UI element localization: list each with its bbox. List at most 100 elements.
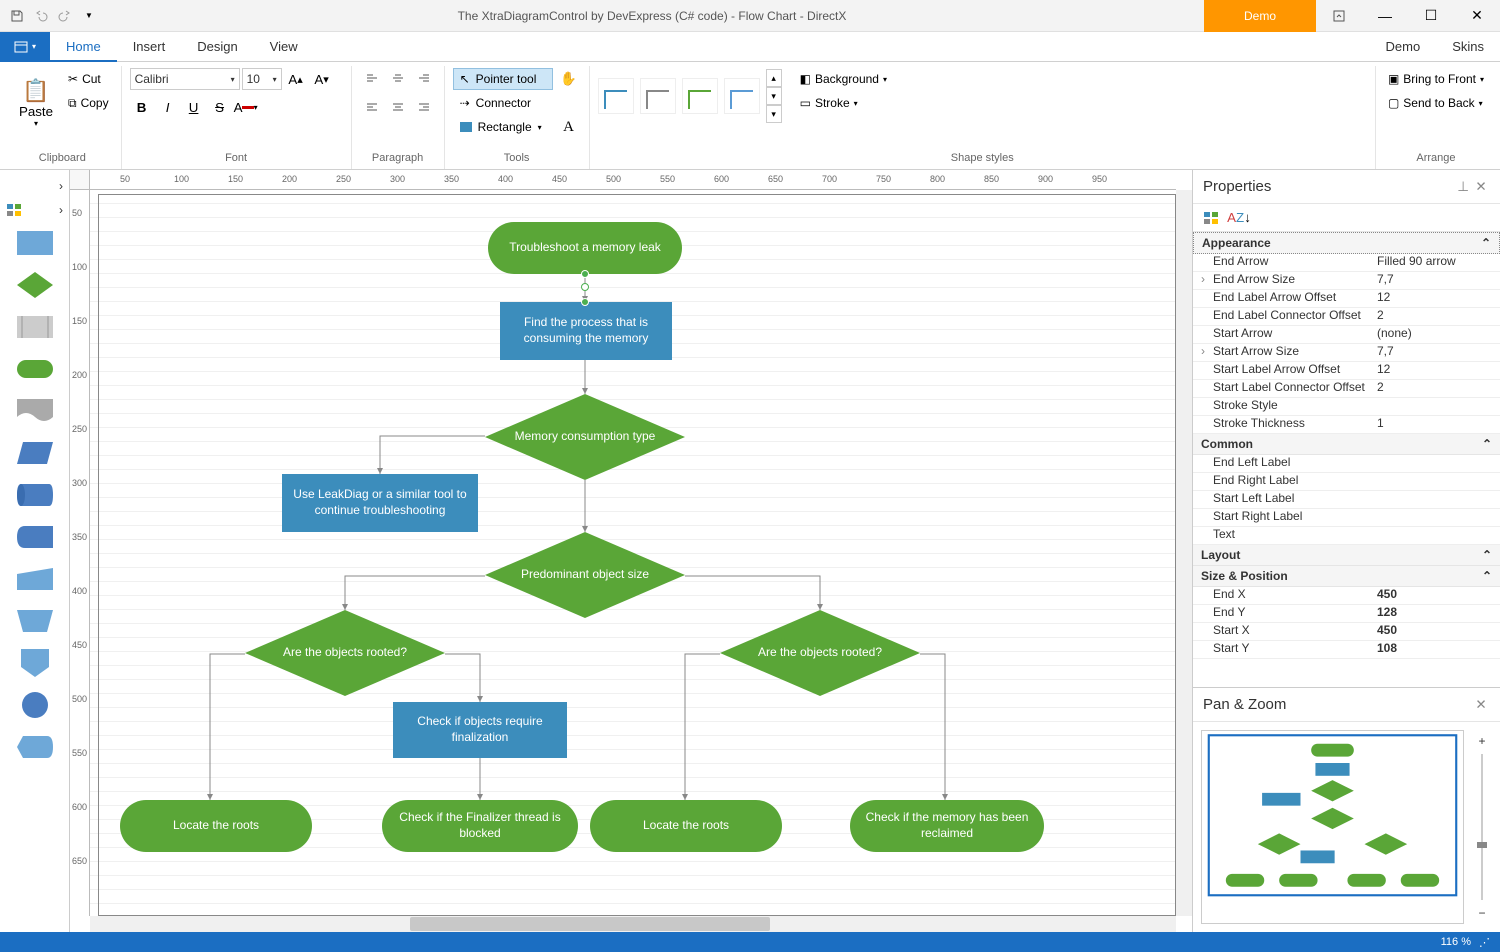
close-button[interactable]: ✕	[1454, 0, 1500, 32]
prop-value[interactable]	[1373, 398, 1500, 415]
style-swatch-3[interactable]	[682, 78, 718, 114]
prop-row[interactable]: Stroke Thickness1	[1193, 416, 1500, 434]
prop-row[interactable]: Start Label Arrow Offset12	[1193, 362, 1500, 380]
shape-decision[interactable]	[15, 270, 55, 300]
pan-tool-icon[interactable]: ✋	[557, 68, 581, 90]
cat-layout[interactable]: Layout⌃	[1193, 545, 1500, 566]
style-swatch-1[interactable]	[598, 78, 634, 114]
align-top-left-icon[interactable]	[360, 68, 384, 90]
strikethrough-icon[interactable]: S	[208, 96, 232, 118]
shape-external-data[interactable]	[15, 522, 55, 552]
undo-icon[interactable]	[30, 5, 52, 27]
shapes-picker-icon[interactable]: ›	[0, 198, 69, 222]
shape-subprocess[interactable]	[15, 312, 55, 342]
prop-row[interactable]: End Y128	[1193, 605, 1500, 623]
alphabetical-view-icon[interactable]: AZ↓	[1227, 207, 1251, 229]
prop-value[interactable]: 128	[1373, 605, 1500, 622]
align-top-right-icon[interactable]	[412, 68, 436, 90]
node-decision-rooted-right[interactable]: Are the objects rooted?	[720, 610, 920, 696]
prop-value[interactable]: 1	[1373, 416, 1500, 433]
maximize-button[interactable]: ☐	[1408, 0, 1454, 32]
rectangle-tool-button[interactable]: Rectangle▾	[453, 116, 553, 138]
shape-connector[interactable]	[15, 690, 55, 720]
qat-dropdown-icon[interactable]: ▼	[78, 5, 100, 27]
tab-insert[interactable]: Insert	[117, 32, 182, 62]
zoom-level[interactable]: 116 %	[1441, 936, 1471, 948]
increase-font-icon[interactable]: A▴	[284, 68, 308, 90]
shape-manual-operation[interactable]	[15, 606, 55, 636]
pointer-tool-button[interactable]: ↖Pointer tool	[453, 68, 553, 90]
vertical-scrollbar[interactable]	[1176, 190, 1192, 916]
shape-off-page[interactable]	[15, 648, 55, 678]
prop-value[interactable]: 108	[1373, 641, 1500, 658]
prop-value[interactable]: 7,7	[1373, 272, 1500, 289]
prop-value[interactable]	[1373, 473, 1500, 490]
copy-button[interactable]: ⧉Copy	[64, 92, 113, 114]
node-decision-rooted-left[interactable]: Are the objects rooted?	[245, 610, 445, 696]
shape-display[interactable]	[15, 732, 55, 762]
shapes-expand-icon[interactable]: ›	[0, 174, 69, 198]
decrease-font-icon[interactable]: A▾	[310, 68, 334, 90]
font-size-combo[interactable]: 10▾	[242, 68, 282, 90]
align-center-icon[interactable]	[386, 96, 410, 118]
prop-value[interactable]: 450	[1373, 587, 1500, 604]
prop-value[interactable]: Filled 90 arrow	[1373, 254, 1500, 271]
gallery-more-icon[interactable]: ▾	[766, 105, 782, 123]
connector-midpoint[interactable]	[581, 283, 589, 291]
prop-row[interactable]: End X450	[1193, 587, 1500, 605]
style-swatch-4[interactable]	[724, 78, 760, 114]
prop-row[interactable]: Text	[1193, 527, 1500, 545]
tab-design[interactable]: Design	[181, 32, 253, 62]
shape-manual-input[interactable]	[15, 564, 55, 594]
align-left-icon[interactable]	[360, 96, 384, 118]
tab-home[interactable]: Home	[50, 32, 117, 62]
minimize-button[interactable]: —	[1362, 0, 1408, 32]
shape-document[interactable]	[15, 396, 55, 426]
cut-button[interactable]: ✂Cut	[64, 68, 113, 90]
prop-row[interactable]: End Arrow Size7,7	[1193, 272, 1500, 290]
vertical-ruler[interactable]: 50100150200250300350400450500550600650	[70, 190, 90, 916]
prop-row[interactable]: Stroke Style	[1193, 398, 1500, 416]
shape-process[interactable]	[15, 228, 55, 258]
prop-row[interactable]: Start Right Label	[1193, 509, 1500, 527]
prop-row[interactable]: End Left Label	[1193, 455, 1500, 473]
prop-row[interactable]: Start Arrow Size7,7	[1193, 344, 1500, 362]
prop-value[interactable]: (none)	[1373, 326, 1500, 343]
prop-row[interactable]: Start Left Label	[1193, 491, 1500, 509]
gallery-down-icon[interactable]: ▾	[766, 87, 782, 105]
file-button[interactable]: ▾	[0, 32, 50, 62]
prop-row[interactable]: Start Y108	[1193, 641, 1500, 659]
zoom-in-icon[interactable]: +	[1478, 734, 1485, 748]
node-process-finalization[interactable]: Check if objects require finalization	[393, 702, 567, 758]
horizontal-ruler[interactable]: 5010015020025030035040045050055060065070…	[90, 170, 1176, 190]
connector-endpoint-end[interactable]	[581, 298, 589, 306]
shape-data[interactable]	[15, 438, 55, 468]
prop-value[interactable]: 12	[1373, 290, 1500, 307]
prop-value[interactable]: 450	[1373, 623, 1500, 640]
node-process-leakdiag[interactable]: Use LeakDiag or a similar tool to contin…	[282, 474, 478, 532]
close-panzoom-icon[interactable]: ✕	[1472, 697, 1490, 713]
prop-row[interactable]: End Right Label	[1193, 473, 1500, 491]
cat-size-position[interactable]: Size & Position⌃	[1193, 566, 1500, 587]
zoom-out-icon[interactable]: −	[1478, 906, 1485, 920]
shape-database[interactable]	[15, 480, 55, 510]
style-gallery[interactable]: ▴ ▾ ▾	[598, 68, 782, 124]
prop-row[interactable]: Start Arrow(none)	[1193, 326, 1500, 344]
prop-row[interactable]: End Label Connector Offset2	[1193, 308, 1500, 326]
node-terminator-roots1[interactable]: Locate the roots	[120, 800, 312, 852]
cat-appearance[interactable]: Appearance⌃	[1193, 232, 1500, 254]
scroll-thumb[interactable]	[410, 917, 770, 931]
node-terminator-roots2[interactable]: Locate the roots	[590, 800, 782, 852]
node-process-find[interactable]: Find the process that is consuming the m…	[500, 302, 672, 360]
prop-value[interactable]	[1373, 509, 1500, 526]
zoom-slider[interactable]: + −	[1472, 730, 1492, 924]
send-to-back-button[interactable]: ▢Send to Back ▾	[1384, 92, 1488, 114]
tab-demo[interactable]: Demo	[1370, 32, 1437, 62]
node-decision-memtype[interactable]: Memory consumption type	[485, 394, 685, 480]
connector-endpoint-start[interactable]	[581, 270, 589, 278]
bring-to-front-button[interactable]: ▣Bring to Front ▾	[1384, 68, 1488, 90]
prop-value[interactable]: 12	[1373, 362, 1500, 379]
node-terminator-start[interactable]: Troubleshoot a memory leak	[488, 222, 682, 274]
zoom-handle[interactable]	[1477, 842, 1487, 848]
node-decision-objsize[interactable]: Predominant object size	[485, 532, 685, 618]
